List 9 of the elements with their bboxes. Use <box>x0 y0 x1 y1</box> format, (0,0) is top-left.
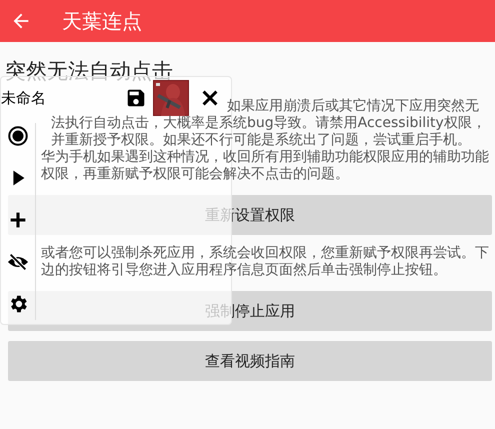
record-icon[interactable] <box>7 125 29 147</box>
paragraph: 华为手机如果遇到这种情况，收回所有用到辅助功能权限应用的辅助功能权限，再重新赋予权限可能会解决不点击的问题。 <box>41 149 490 183</box>
paragraph: 或者您可以强制杀死应用，系统会收回权限，您重新赋予权限再尝试。下边的按钮将引导您进入应用程序信息页面然后单击强制停止按钮。 <box>41 245 490 279</box>
action-button[interactable]: 查看视频指南 <box>8 341 492 381</box>
paragraph: 如果应用崩溃后或其它情况下应用突然无法执行自动点击，大概率是系统bug导致。请禁用Accessibility权限，并重新授予权限。如果还不行可能是系统出了问题，尝试重启手机。 <box>51 98 487 149</box>
save-icon[interactable] <box>125 87 147 109</box>
app-title: 天葉连点 <box>62 8 142 34</box>
script-name: 未命名 <box>1 88 46 108</box>
eye-off-icon[interactable] <box>7 251 29 273</box>
